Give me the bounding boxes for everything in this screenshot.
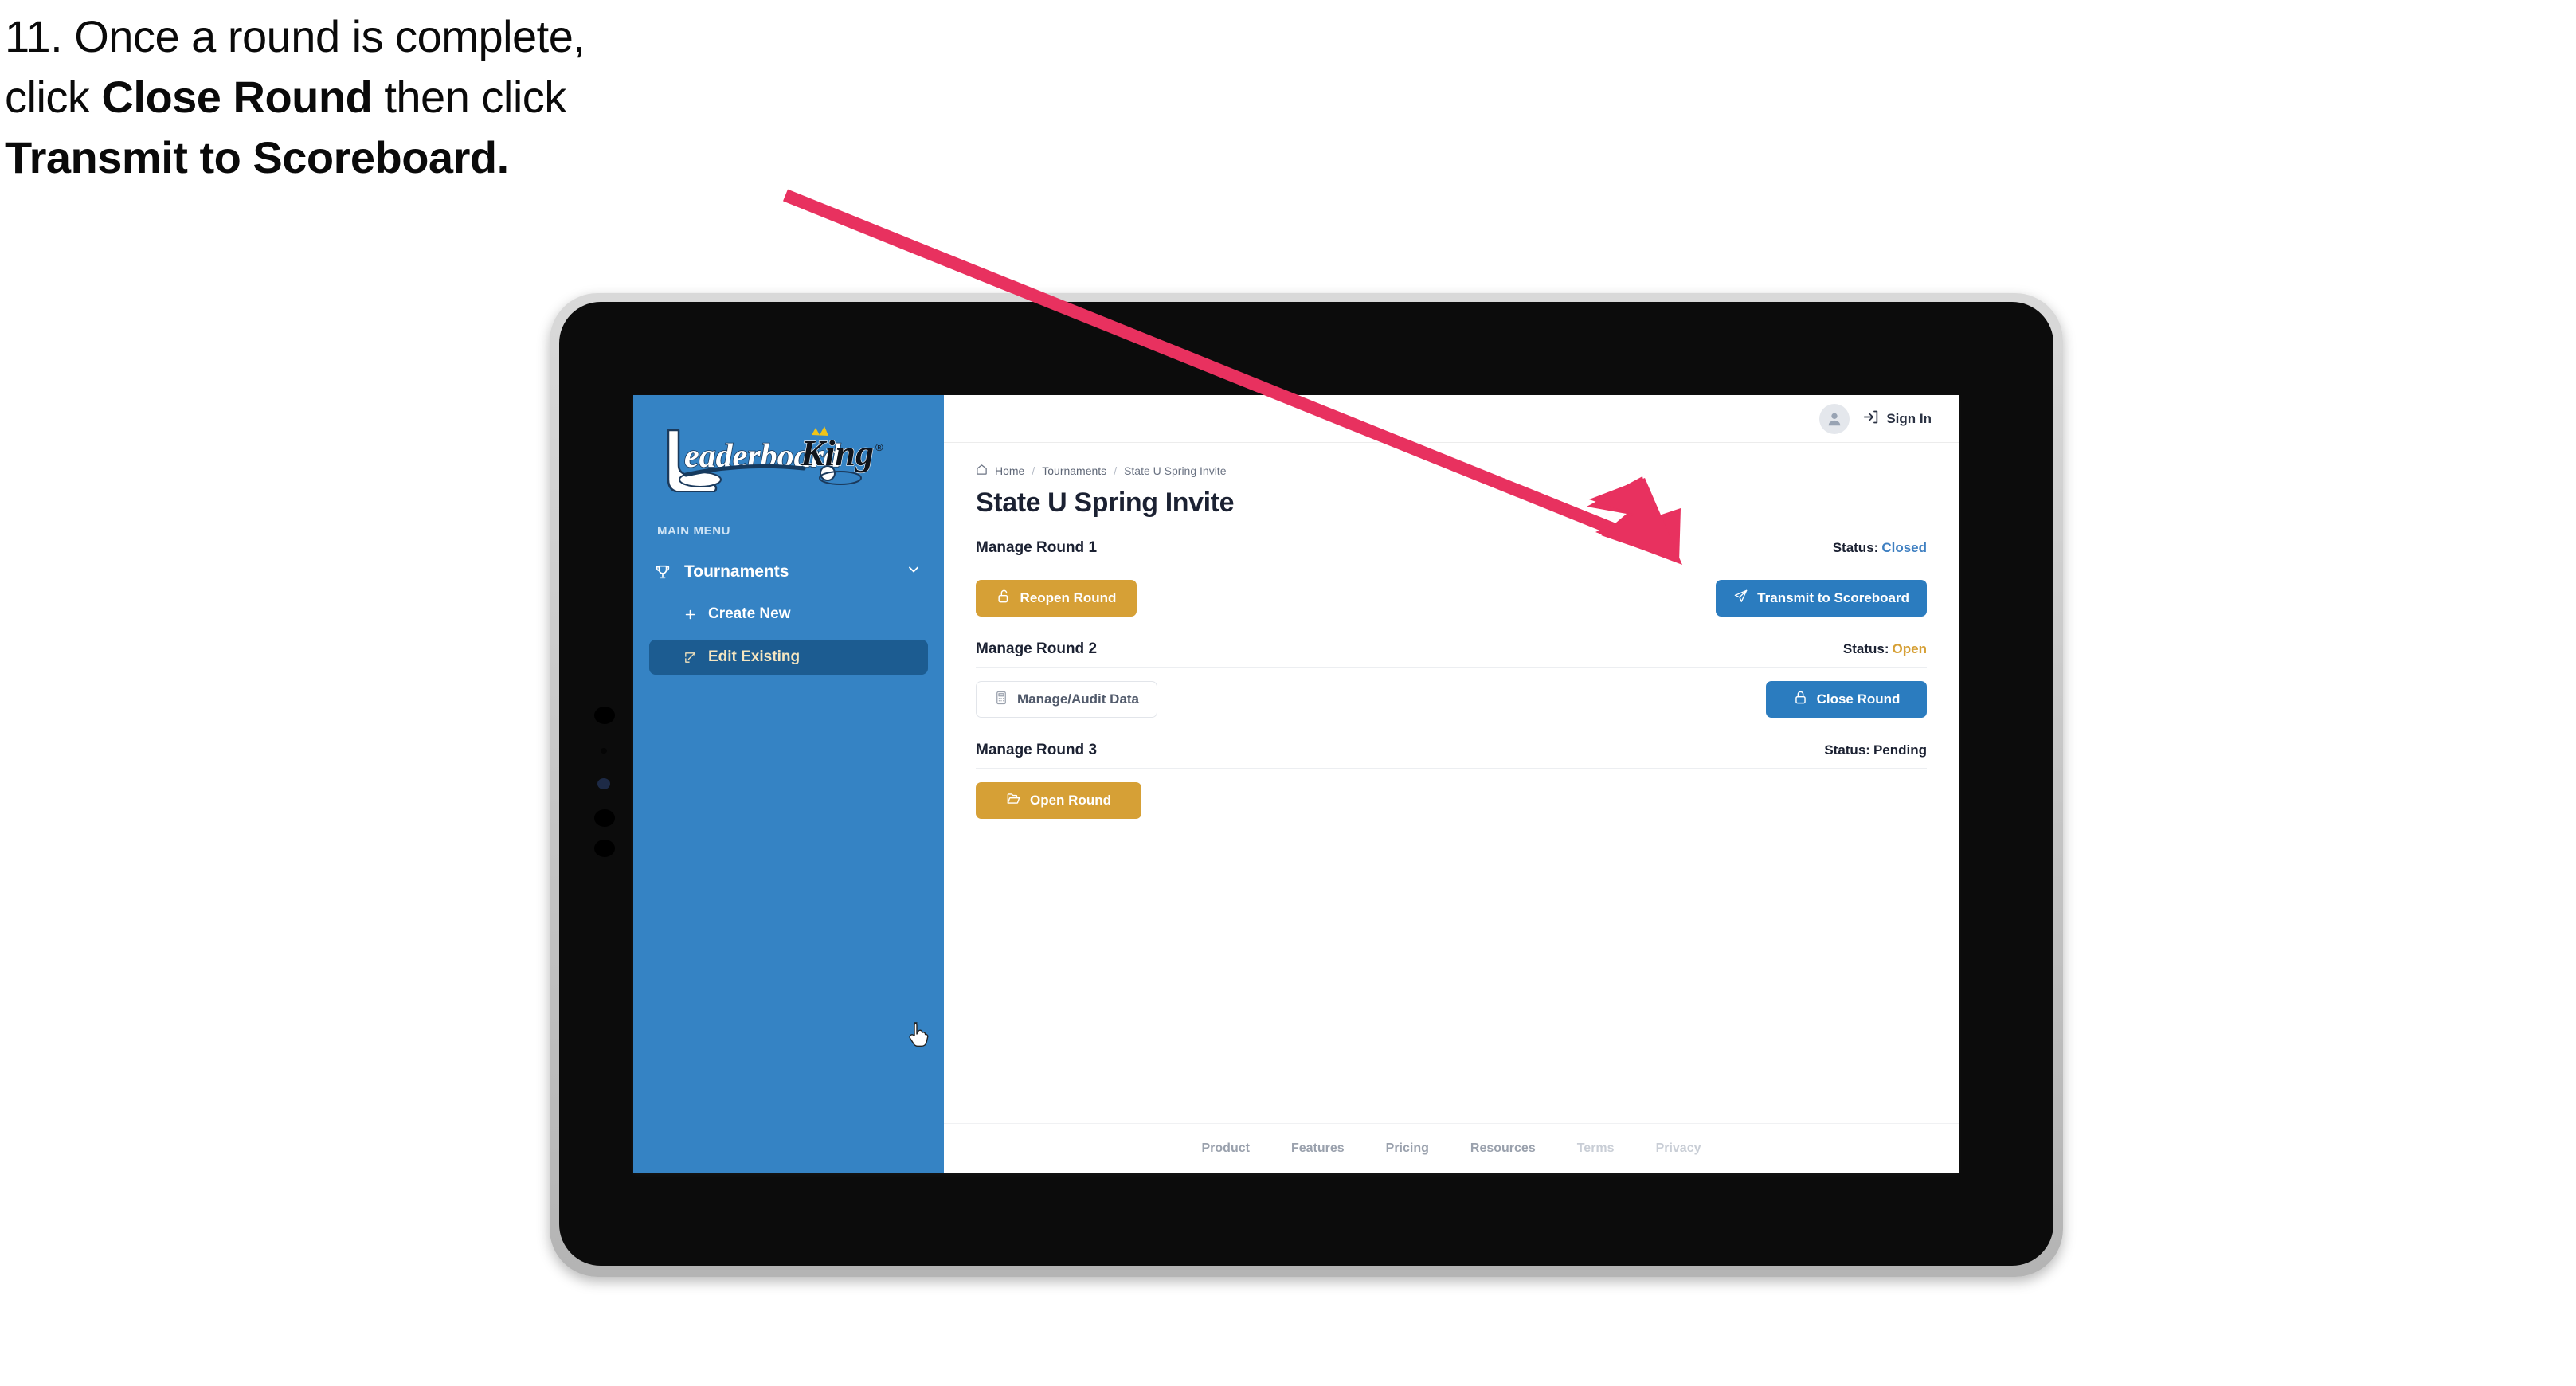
sidebar-item-edit-existing-label: Edit Existing [708, 648, 801, 665]
round-3-title: Manage Round 3 [976, 742, 1098, 758]
close-round-button[interactable]: Close Round [1766, 681, 1927, 718]
open-round-label: Open Round [1030, 793, 1111, 808]
home-icon[interactable] [976, 464, 988, 478]
reopen-round-label: Reopen Round [1020, 590, 1117, 605]
top-bar: Sign In [944, 395, 1959, 443]
round-2-header: Manage Round 2 Status: Open [976, 640, 1927, 668]
sidebar-item-create-new-label: Create New [708, 605, 791, 622]
chevron-down-icon[interactable] [906, 562, 922, 582]
svg-text:®: ® [875, 441, 883, 453]
footer-link-privacy[interactable]: Privacy [1656, 1141, 1701, 1156]
edit-square-icon [679, 651, 700, 664]
round-1-status-label: Status: [1832, 540, 1879, 555]
tablet-sensor-dot [594, 840, 615, 857]
round-block-1: Manage Round 1 Status: Closed Reopen Rou… [976, 539, 1927, 617]
instruction-caption: 11. Once a round is complete, click Clos… [5, 14, 897, 196]
svg-text:King: King [800, 433, 874, 473]
caption-line-2-post: then click [372, 72, 566, 122]
caption-line-3: Transmit to Scoreboard. [5, 135, 897, 180]
round-3-status-label: Status: [1824, 742, 1870, 758]
caption-line-2-pre: click [5, 72, 102, 122]
sidebar: eaderboard King ® MAIN MENU Tournaments … [633, 395, 944, 1173]
tablet-sensor-dot [594, 809, 615, 827]
round-block-3: Manage Round 3 Status: Pending Open Roun… [976, 742, 1927, 819]
page-title: State U Spring Invite [976, 487, 1235, 518]
page-content: Home / Tournaments / State U Spring Invi… [944, 443, 1959, 843]
sidebar-item-create-new[interactable]: Create New [649, 597, 928, 632]
sidebar-item-tournaments[interactable]: Tournaments [633, 555, 944, 589]
round-2-status-label: Status: [1842, 641, 1889, 656]
unlock-icon [996, 589, 1012, 608]
plus-icon [679, 608, 700, 621]
round-block-2: Manage Round 2 Status: Open Manage/Audit… [976, 640, 1927, 718]
lock-icon [1793, 690, 1808, 709]
transmit-to-scoreboard-label: Transmit to Scoreboard [1757, 590, 1909, 605]
caption-line-2-bold: Close Round [101, 72, 373, 122]
breadcrumb-separator: / [1114, 464, 1118, 477]
app-screen: eaderboard King ® MAIN MENU Tournaments … [633, 395, 1959, 1173]
tablet-sensor-dot [601, 748, 607, 754]
sidebar-item-tournaments-label: Tournaments [684, 562, 789, 581]
round-2-title: Manage Round 2 [976, 640, 1098, 657]
round-2-actions: Manage/Audit Data Close Round [976, 681, 1927, 718]
sidebar-section-label: MAIN MENU [657, 524, 731, 538]
calculator-icon [994, 691, 1008, 709]
round-3-actions: Open Round [976, 782, 1927, 819]
manage-audit-data-button[interactable]: Manage/Audit Data [976, 681, 1158, 718]
round-3-status: Status: Pending [1824, 742, 1927, 758]
brand-logo[interactable]: eaderboard King ® [633, 416, 944, 492]
round-1-actions: Reopen Round Transmit to Scoreboard [976, 580, 1927, 617]
breadcrumb-item-home[interactable]: Home [995, 464, 1024, 477]
round-3-header: Manage Round 3 Status: Pending [976, 742, 1927, 769]
breadcrumb: Home / Tournaments / State U Spring Invi… [976, 464, 1927, 478]
sign-in-label: Sign In [1886, 410, 1932, 426]
manage-audit-data-label: Manage/Audit Data [1017, 691, 1140, 707]
open-round-button[interactable]: Open Round [976, 782, 1141, 819]
round-3-status-value: Pending [1873, 742, 1927, 758]
trophy-icon [654, 562, 678, 582]
footer: Product Features Pricing Resources Terms… [944, 1123, 1959, 1173]
round-1-status: Status: Closed [1833, 540, 1927, 556]
breadcrumb-item-tournaments[interactable]: Tournaments [1042, 464, 1106, 477]
footer-link-features[interactable]: Features [1291, 1141, 1345, 1156]
round-2-status: Status: Open [1843, 641, 1927, 657]
footer-link-terms[interactable]: Terms [1577, 1141, 1615, 1156]
main-content: Sign In Home / Tournaments / State U Spr… [944, 395, 1959, 1173]
transmit-to-scoreboard-button[interactable]: Transmit to Scoreboard [1716, 580, 1927, 617]
tablet-sensor-dot [594, 707, 615, 724]
round-1-header: Manage Round 1 Status: Closed [976, 539, 1927, 566]
tablet-camera-lens-icon [597, 778, 610, 789]
paper-plane-icon [1733, 589, 1748, 608]
user-avatar-icon[interactable] [1819, 403, 1850, 434]
caption-line-1: 11. Once a round is complete, [5, 11, 585, 61]
round-1-title: Manage Round 1 [976, 539, 1098, 556]
caption-line-2: click Close Round then click [5, 75, 897, 119]
footer-link-resources[interactable]: Resources [1470, 1141, 1536, 1156]
footer-link-pricing[interactable]: Pricing [1386, 1141, 1429, 1156]
reopen-round-button[interactable]: Reopen Round [976, 580, 1137, 617]
sign-in-button[interactable]: Sign In [1862, 409, 1932, 429]
folder-open-icon [1006, 791, 1021, 810]
sidebar-item-edit-existing[interactable]: Edit Existing [649, 640, 928, 675]
breadcrumb-separator: / [1032, 464, 1035, 477]
footer-link-product[interactable]: Product [1202, 1141, 1250, 1156]
close-round-label: Close Round [1816, 691, 1901, 707]
mouse-cursor-pointer-icon [907, 1021, 931, 1048]
round-2-status-value: Open [1892, 641, 1927, 656]
round-1-status-value: Closed [1881, 540, 1927, 555]
screenshot-stage: 11. Once a round is complete, click Clos… [0, 0, 2576, 1386]
login-arrow-icon [1862, 409, 1879, 429]
caption-line-3-bold: Transmit to Scoreboard. [5, 132, 509, 182]
breadcrumb-item-current: State U Spring Invite [1124, 464, 1227, 477]
